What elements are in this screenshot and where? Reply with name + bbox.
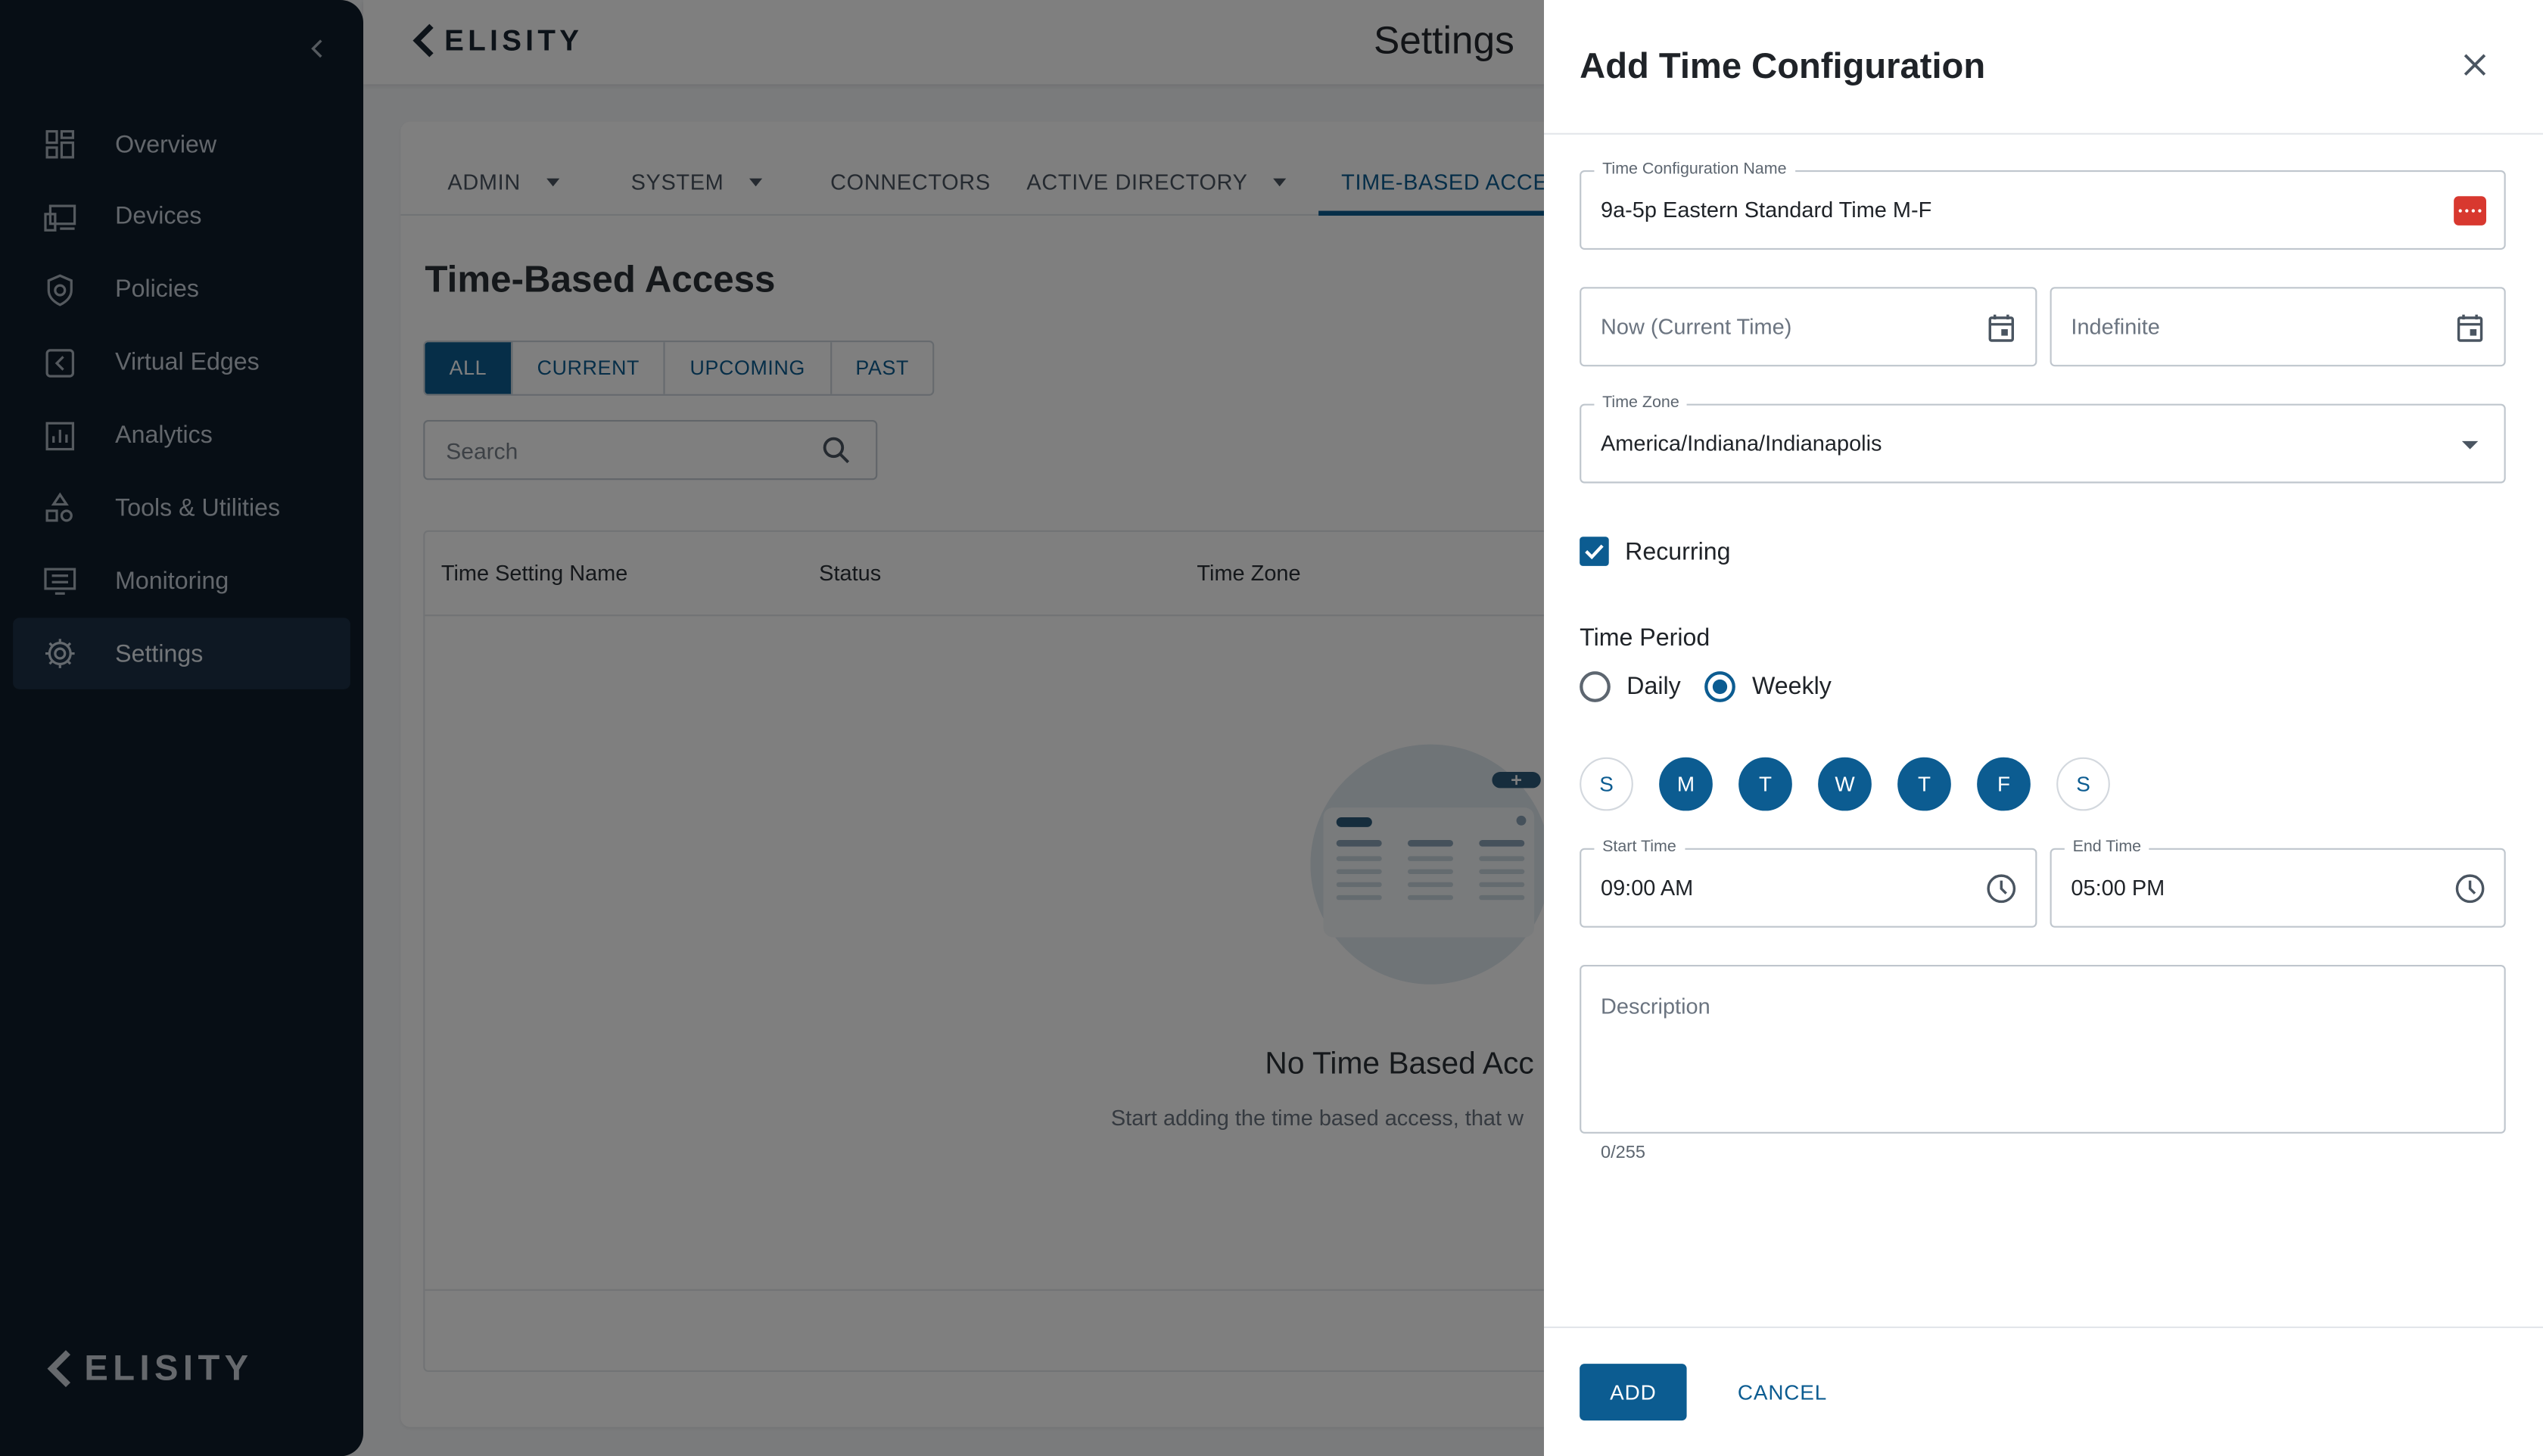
close-icon[interactable]	[2459, 48, 2492, 81]
password-manager-icon[interactable]	[2452, 193, 2488, 229]
add-button[interactable]: ADD	[1580, 1364, 1687, 1421]
start-time-field[interactable]: Start Time 09:00 AM	[1580, 838, 2037, 928]
weekday-selector: S M T W T F S	[1580, 757, 2110, 811]
cancel-button[interactable]: CANCEL	[1723, 1364, 1843, 1420]
day-toggle-wednesday[interactable]: W	[1818, 757, 1872, 811]
field-placeholder: Now (Current Time)	[1601, 314, 1792, 339]
radio-weekly[interactable]: Weekly	[1704, 671, 1832, 702]
drawer-footer-divider	[1543, 1326, 2543, 1328]
day-toggle-saturday[interactable]: S	[2056, 757, 2110, 811]
radio-label: Weekly	[1752, 673, 1832, 701]
caret-down-icon[interactable]	[2452, 427, 2488, 462]
day-toggle-sunday[interactable]: S	[1580, 757, 1633, 811]
drawer-title: Add Time Configuration	[1580, 45, 1986, 86]
drawer-header-divider	[1543, 132, 2543, 135]
time-zone-select[interactable]: Time Zone America/Indiana/Indianapolis	[1580, 394, 2506, 484]
field-value: 09:00 AM	[1601, 876, 1694, 901]
field-placeholder: Indefinite	[2071, 314, 2160, 339]
day-toggle-tuesday[interactable]: T	[1738, 757, 1792, 811]
time-period-radio-group: Daily Weekly	[1580, 671, 1856, 702]
time-period-label: Time Period	[1580, 624, 1710, 652]
day-toggle-friday[interactable]: F	[1977, 757, 2031, 811]
field-label: Time Zone	[1594, 394, 1688, 414]
calendar-icon[interactable]	[2452, 310, 2488, 345]
time-configuration-name-field[interactable]: Time Configuration Name 9a-5p Eastern St…	[1580, 160, 2506, 250]
description-char-counter: 0/255	[1601, 1143, 1645, 1163]
radio-daily[interactable]: Daily	[1580, 671, 1681, 702]
description-textarea[interactable]: Description	[1580, 965, 2506, 1134]
add-time-configuration-drawer: Add Time Configuration Time Configuratio…	[1543, 0, 2543, 1456]
recurring-checkbox[interactable]: Recurring	[1580, 537, 1730, 566]
end-time-field[interactable]: End Time 05:00 PM	[2050, 838, 2506, 928]
calendar-icon[interactable]	[1984, 310, 2019, 345]
field-label: Time Configuration Name	[1594, 160, 1795, 180]
field-label: End Time	[2064, 838, 2149, 858]
clock-icon[interactable]	[2452, 871, 2488, 907]
checkbox-label: Recurring	[1625, 537, 1731, 565]
field-value: 05:00 PM	[2071, 876, 2165, 901]
radio-unchecked-icon	[1580, 671, 1611, 702]
field-placeholder: Description	[1601, 994, 1710, 1019]
start-date-field[interactable]: Now (Current Time)	[1580, 287, 2037, 367]
day-toggle-thursday[interactable]: T	[1897, 757, 1951, 811]
clock-icon[interactable]	[1984, 871, 2019, 907]
day-toggle-monday[interactable]: M	[1659, 757, 1713, 811]
end-date-field[interactable]: Indefinite	[2050, 287, 2506, 367]
field-value: 9a-5p Eastern Standard Time M-F	[1601, 198, 1932, 222]
radio-label: Daily	[1626, 673, 1681, 701]
checkbox-checked-icon[interactable]	[1580, 537, 1609, 566]
field-value: America/Indiana/Indianapolis	[1601, 431, 1882, 456]
field-label: Start Time	[1594, 838, 1685, 858]
radio-checked-icon	[1704, 671, 1736, 702]
